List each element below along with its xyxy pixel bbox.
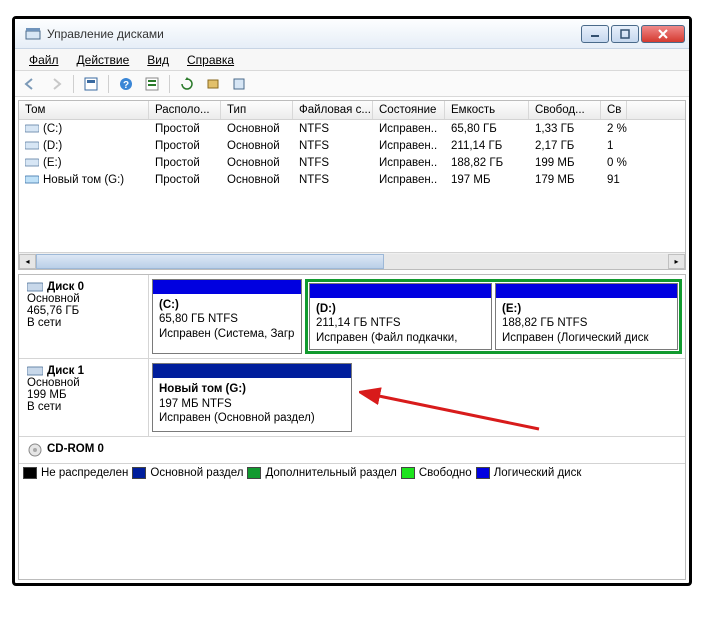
window: Управление дисками Файл Действие Вид Спр… bbox=[12, 16, 692, 586]
extended-partition-highlight: (D:)211,14 ГБ NTFSИсправен (Файл подкачк… bbox=[305, 279, 682, 354]
col-volume[interactable]: Том bbox=[19, 101, 149, 119]
app-icon bbox=[25, 26, 41, 42]
partition-d[interactable]: (D:)211,14 ГБ NTFSИсправен (Файл подкачк… bbox=[309, 283, 492, 350]
titlebar: Управление дисками bbox=[15, 19, 689, 49]
scroll-right-icon[interactable]: ▸ bbox=[668, 254, 685, 269]
menubar: Файл Действие Вид Справка bbox=[15, 49, 689, 71]
partition-e[interactable]: (E:)188,82 ГБ NTFSИсправен (Логический д… bbox=[495, 283, 678, 350]
legend-swatch-logical bbox=[476, 467, 490, 479]
legend-label: Свободно bbox=[419, 467, 472, 479]
col-free[interactable]: Свобод... bbox=[529, 101, 601, 119]
disk-row: CD-ROM 0 bbox=[19, 437, 685, 463]
legend-label: Дополнительный раздел bbox=[265, 467, 396, 479]
disk-label[interactable]: Диск 0 Основной 465,76 ГБ В сети bbox=[19, 275, 149, 358]
graphical-view: Диск 0 Основной 465,76 ГБ В сети (C:)65,… bbox=[18, 274, 686, 580]
list-view-icon[interactable] bbox=[143, 75, 161, 93]
partition-c[interactable]: (C:)65,80 ГБ NTFSИсправен (Система, Загр bbox=[152, 279, 302, 354]
minimize-button[interactable] bbox=[581, 25, 609, 43]
close-button[interactable] bbox=[641, 25, 685, 43]
disk-row: Диск 1 Основной 199 МБ В сети Новый том … bbox=[19, 359, 685, 437]
list-header: Том Располо... Тип Файловая с... Состоян… bbox=[19, 101, 685, 120]
legend-swatch-primary bbox=[132, 467, 146, 479]
disk-label[interactable]: CD-ROM 0 bbox=[19, 437, 149, 463]
horizontal-scrollbar[interactable]: ◂ ▸ bbox=[19, 252, 685, 269]
forward-button[interactable] bbox=[47, 75, 65, 93]
legend-swatch-extended bbox=[247, 467, 261, 479]
window-controls bbox=[581, 25, 685, 43]
list-item[interactable]: (D:) ПростойОсновнойNTFSИсправен..211,14… bbox=[19, 137, 685, 154]
properties-icon[interactable] bbox=[82, 75, 100, 93]
list-item[interactable]: Новый том (G:) ПростойОсновнойNTFSИсправ… bbox=[19, 171, 685, 188]
content-area: Том Располо... Тип Файловая с... Состоян… bbox=[15, 97, 689, 583]
legend-label: Основной раздел bbox=[150, 467, 243, 479]
legend-label: Не распределен bbox=[41, 467, 128, 479]
legend-swatch-free bbox=[401, 467, 415, 479]
window-title: Управление дисками bbox=[47, 27, 581, 41]
partition-g[interactable]: Новый том (G:)197 МБ NTFSИсправен (Основ… bbox=[152, 363, 352, 432]
back-button[interactable] bbox=[21, 75, 39, 93]
scroll-thumb[interactable] bbox=[36, 254, 384, 269]
svg-text:?: ? bbox=[123, 80, 129, 91]
annotation-arrow-icon bbox=[359, 387, 549, 437]
list-item[interactable]: (C:) ПростойОсновнойNTFSИсправен..65,80 … bbox=[19, 120, 685, 137]
col-layout[interactable]: Располо... bbox=[149, 101, 221, 119]
settings-icon[interactable] bbox=[204, 75, 222, 93]
maximize-button[interactable] bbox=[611, 25, 639, 43]
toolbar: ? bbox=[15, 71, 689, 97]
legend: Не распределен Основной раздел Дополните… bbox=[19, 463, 685, 482]
menu-view[interactable]: Вид bbox=[139, 51, 177, 69]
menu-help[interactable]: Справка bbox=[179, 51, 242, 69]
list-item[interactable]: (E:) ПростойОсновнойNTFSИсправен..188,82… bbox=[19, 154, 685, 171]
list-body: (C:) ПростойОсновнойNTFSИсправен..65,80 … bbox=[19, 120, 685, 252]
col-capacity[interactable]: Емкость bbox=[445, 101, 529, 119]
menu-file[interactable]: Файл bbox=[21, 51, 67, 69]
volume-list: Том Располо... Тип Файловая с... Состоян… bbox=[18, 100, 686, 270]
refresh-icon[interactable] bbox=[178, 75, 196, 93]
col-fs[interactable]: Файловая с... bbox=[293, 101, 373, 119]
legend-label: Логический диск bbox=[494, 467, 582, 479]
disk-partitions: (C:)65,80 ГБ NTFSИсправен (Система, Загр… bbox=[149, 275, 685, 358]
legend-swatch-unallocated bbox=[23, 467, 37, 479]
col-status[interactable]: Состояние bbox=[373, 101, 445, 119]
col-type[interactable]: Тип bbox=[221, 101, 293, 119]
disk-row: Диск 0 Основной 465,76 ГБ В сети (C:)65,… bbox=[19, 275, 685, 359]
help-icon[interactable]: ? bbox=[117, 75, 135, 93]
menu-action[interactable]: Действие bbox=[69, 51, 138, 69]
scroll-left-icon[interactable]: ◂ bbox=[19, 254, 36, 269]
disk-partitions: Новый том (G:)197 МБ NTFSИсправен (Основ… bbox=[149, 359, 685, 436]
col-pct[interactable]: Св bbox=[601, 101, 627, 119]
disk-label[interactable]: Диск 1 Основной 199 МБ В сети bbox=[19, 359, 149, 436]
action-icon[interactable] bbox=[230, 75, 248, 93]
